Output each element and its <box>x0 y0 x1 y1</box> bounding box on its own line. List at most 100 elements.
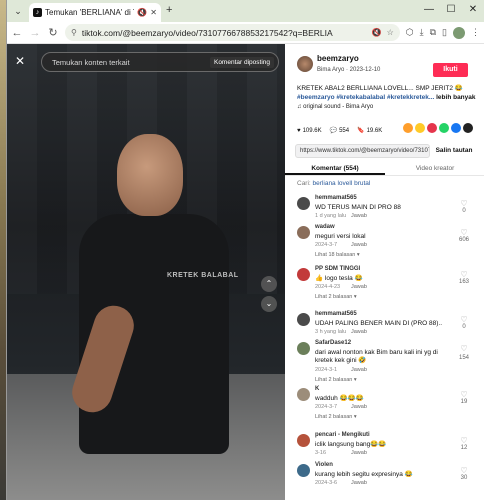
reload-icon[interactable]: ↻ <box>47 26 59 39</box>
extension-icon[interactable]: ⬡ <box>406 27 414 38</box>
window-close-icon[interactable]: ✕ <box>462 0 484 22</box>
comment-heart-icon[interactable]: ♡ <box>457 228 471 237</box>
commenter-avatar[interactable] <box>297 464 310 477</box>
forward-icon[interactable]: → <box>29 27 41 39</box>
tab-search-icon[interactable]: ⌄ <box>11 4 25 18</box>
comment-heart-icon[interactable]: ♡ <box>457 390 471 399</box>
comment-heart-icon[interactable]: ♡ <box>457 466 471 475</box>
bookmark-icon: 🔖 <box>357 128 365 134</box>
embed-icon[interactable] <box>403 123 413 133</box>
comment-username[interactable]: K <box>315 386 319 392</box>
site-info-icon[interactable]: ⚲ <box>71 28 77 37</box>
sound-link[interactable]: ♫ original sound - Bima Aryo <box>297 104 373 110</box>
comment-date: 3-16 <box>315 450 327 456</box>
commenter-avatar[interactable] <box>297 268 310 281</box>
comment-reply-link[interactable]: Jawab <box>351 480 367 486</box>
comment-stat[interactable]: 💬 554 <box>329 127 350 135</box>
search-suggestion[interactable]: Cari: berliana lovell brutal <box>297 180 370 187</box>
comment-reply-link[interactable]: Jawab <box>351 329 367 335</box>
posted-comments-button[interactable]: Komentar diposting <box>209 56 274 68</box>
comment-date: 2024-3-7 <box>315 404 338 410</box>
copy-link-button[interactable]: Salin tautan <box>430 144 478 158</box>
commenter-avatar[interactable] <box>297 342 310 355</box>
comment-reply-link[interactable]: Jawab <box>351 450 367 456</box>
follow-button[interactable]: Ikuti <box>433 63 468 77</box>
view-replies-link[interactable]: Lihat 2 balasan ▾ <box>315 414 357 420</box>
video-player[interactable]: KRETEK BALABAL ✕ Temukan konten terkait … <box>7 44 285 500</box>
comment-text: kurang lebih segitu expresinya 😂 <box>315 471 413 478</box>
new-tab-button[interactable]: + <box>166 4 172 16</box>
comment-heart-icon[interactable]: ♡ <box>457 199 471 208</box>
comment-username[interactable]: hemmamat565 <box>315 311 357 317</box>
suggest-term[interactable]: berliana lovell brutal <box>313 180 371 187</box>
like-stat[interactable]: ♥ 109.6K <box>297 128 322 134</box>
like-count: 109.6K <box>302 127 322 134</box>
comment-username[interactable]: PP SDM TINGGI <box>315 266 360 272</box>
extensions-puzzle-icon[interactable]: ⧉ <box>430 27 436 38</box>
share-more-icon[interactable] <box>463 123 473 133</box>
comment-username[interactable]: Violen <box>315 462 333 468</box>
browser-tab[interactable]: ♪ Temukan 'BERLIANA' di TikTok 🔇 ✕ <box>29 3 161 22</box>
maximize-icon[interactable]: ☐ <box>440 0 462 22</box>
whatsapp-icon[interactable] <box>439 123 449 133</box>
mute-site-icon[interactable]: 🔇 <box>372 28 382 37</box>
related-search-bar[interactable]: Temukan konten terkait Komentar dipostin… <box>41 52 279 72</box>
view-replies-link[interactable]: Lihat 2 balasan ▾ <box>315 377 357 383</box>
commenter-avatar[interactable] <box>297 197 310 210</box>
menu-kebab-icon[interactable]: ⋮ <box>471 27 480 38</box>
tab-creator-videos[interactable]: Video kreator <box>385 162 484 175</box>
creator-username[interactable]: beemzaryo <box>317 54 359 63</box>
comment-reply-link[interactable]: Jawab <box>351 284 367 290</box>
comment-heart-icon[interactable]: ♡ <box>457 436 471 445</box>
comment-reply-link[interactable]: Jawab <box>351 213 367 219</box>
profile-avatar[interactable] <box>453 26 465 39</box>
comment-icon: 💬 <box>329 128 338 134</box>
caption-more-link[interactable]: lebih banyak <box>436 94 475 101</box>
downloads-icon[interactable]: ⤓ <box>420 27 424 38</box>
comment-username[interactable]: wadaw <box>315 224 335 230</box>
creator-avatar[interactable] <box>297 56 313 72</box>
comment-heart-icon[interactable]: ♡ <box>457 315 471 324</box>
commenter-avatar[interactable] <box>297 388 310 401</box>
comment-username[interactable]: pencari - Mengikuti <box>315 432 370 438</box>
commenter-avatar[interactable] <box>297 226 310 239</box>
caption-hashtags[interactable]: #beemzaryo #kretekabalabal #kretekkretek… <box>297 94 434 101</box>
tab-comments[interactable]: Komentar (554) <box>285 162 385 175</box>
share-buttons <box>403 123 473 133</box>
comment-username[interactable]: hemmamat565 <box>315 195 357 201</box>
comment-text: WD TERUS MAIN DI PRO 88 <box>315 204 401 211</box>
back-icon[interactable]: ← <box>11 27 23 39</box>
prev-video-icon[interactable]: ⌃ <box>261 276 277 292</box>
view-replies-link[interactable]: Lihat 2 balasan ▾ <box>315 294 357 300</box>
tab-close-icon[interactable]: ✕ <box>150 8 157 17</box>
panel-tabs: Komentar (554) Video kreator <box>285 162 484 176</box>
comment-heart-icon[interactable]: ♡ <box>457 344 471 353</box>
comment-reply-link[interactable]: Jawab <box>351 367 367 373</box>
comment-like-count: 606 <box>458 237 469 243</box>
share-red-icon[interactable] <box>427 123 437 133</box>
tiktok-favicon-icon: ♪ <box>33 8 42 17</box>
video-link-field[interactable]: https://www.tiktok.com/@beemzaryo/video/… <box>295 144 430 158</box>
commenter-avatar[interactable] <box>297 313 310 326</box>
save-stat[interactable]: 🔖 19.6K <box>357 127 382 135</box>
comment-like-count: 12 <box>460 445 468 451</box>
close-video-icon[interactable]: ✕ <box>15 54 25 68</box>
comment-reply-link[interactable]: Jawab <box>351 404 367 410</box>
comment-like-count: 0 <box>462 208 466 214</box>
toolbar-actions: ⬡ ⤓ ⧉ ▯ ⋮ <box>406 26 480 39</box>
bookmark-star-icon[interactable]: ☆ <box>387 28 394 37</box>
comment-reply-link[interactable]: Jawab <box>351 242 367 248</box>
view-replies-link[interactable]: Lihat 18 balasan ▾ <box>315 252 360 258</box>
address-bar[interactable]: ⚲ tiktok.com/@beemzaryo/video/7310776678… <box>65 24 400 41</box>
minimize-icon[interactable]: — <box>418 0 440 22</box>
comment-username[interactable]: SafarDase12 <box>315 340 351 346</box>
comment-heart-icon[interactable]: ♡ <box>457 270 471 279</box>
tab-mute-icon[interactable]: 🔇 <box>137 8 147 17</box>
suggest-prefix: Cari: <box>297 180 311 187</box>
side-panel-icon[interactable]: ▯ <box>442 27 447 38</box>
facebook-icon[interactable] <box>451 123 461 133</box>
friends-share-icon[interactable] <box>415 123 425 133</box>
commenter-avatar[interactable] <box>297 434 310 447</box>
next-video-icon[interactable]: ⌄ <box>261 296 277 312</box>
comment-like-count: 0 <box>462 324 466 330</box>
